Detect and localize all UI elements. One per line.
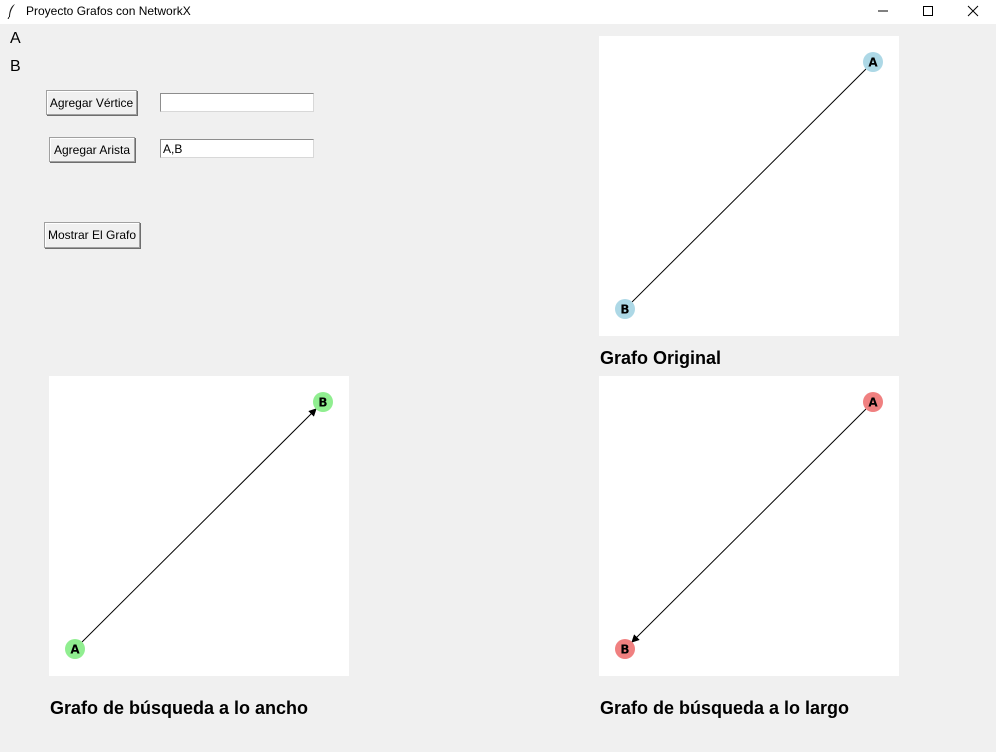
minimize-icon	[878, 10, 888, 12]
close-icon	[967, 5, 979, 17]
node-label: B	[318, 396, 327, 410]
add-edge-button[interactable]: Agregar Arista	[49, 137, 135, 162]
vertex-list-item: A	[10, 30, 21, 47]
vertex-list-item: B	[10, 58, 21, 75]
node-label: A	[70, 643, 80, 657]
node-label: A	[868, 56, 878, 70]
edge-input[interactable]	[160, 139, 314, 158]
node-label: B	[620, 643, 629, 657]
vertex-input[interactable]	[160, 93, 314, 112]
original-graph-caption: Grafo Original	[600, 348, 722, 368]
graph-edge	[631, 401, 874, 643]
feather-icon	[7, 4, 15, 19]
dfs-graph-svg: A B	[615, 392, 883, 659]
node-label: B	[620, 303, 629, 317]
window-title: Proyecto Grafos con NetworkX	[26, 4, 191, 18]
bfs-graph-canvas: B A	[49, 376, 349, 676]
graph-edge	[74, 408, 317, 650]
minimize-button[interactable]	[860, 0, 906, 22]
original-graph-canvas: A B	[599, 36, 899, 336]
title-bar: Proyecto Grafos con NetworkX	[0, 0, 996, 24]
close-button[interactable]	[950, 0, 996, 22]
node-label: A	[868, 396, 878, 410]
original-graph-svg: A B	[615, 52, 883, 319]
show-graph-button[interactable]: Mostrar El Grafo	[44, 222, 140, 248]
bfs-graph-caption: Grafo de búsqueda a lo ancho	[50, 698, 309, 718]
maximize-button[interactable]	[905, 0, 951, 22]
add-vertex-button[interactable]: Agregar Vértice	[46, 90, 137, 115]
graph-edge	[624, 61, 874, 310]
maximize-icon	[923, 6, 933, 16]
dfs-graph-canvas: A B	[599, 376, 899, 676]
dfs-graph-caption: Grafo de búsqueda a lo largo	[600, 698, 850, 718]
bfs-graph-svg: B A	[65, 392, 333, 659]
